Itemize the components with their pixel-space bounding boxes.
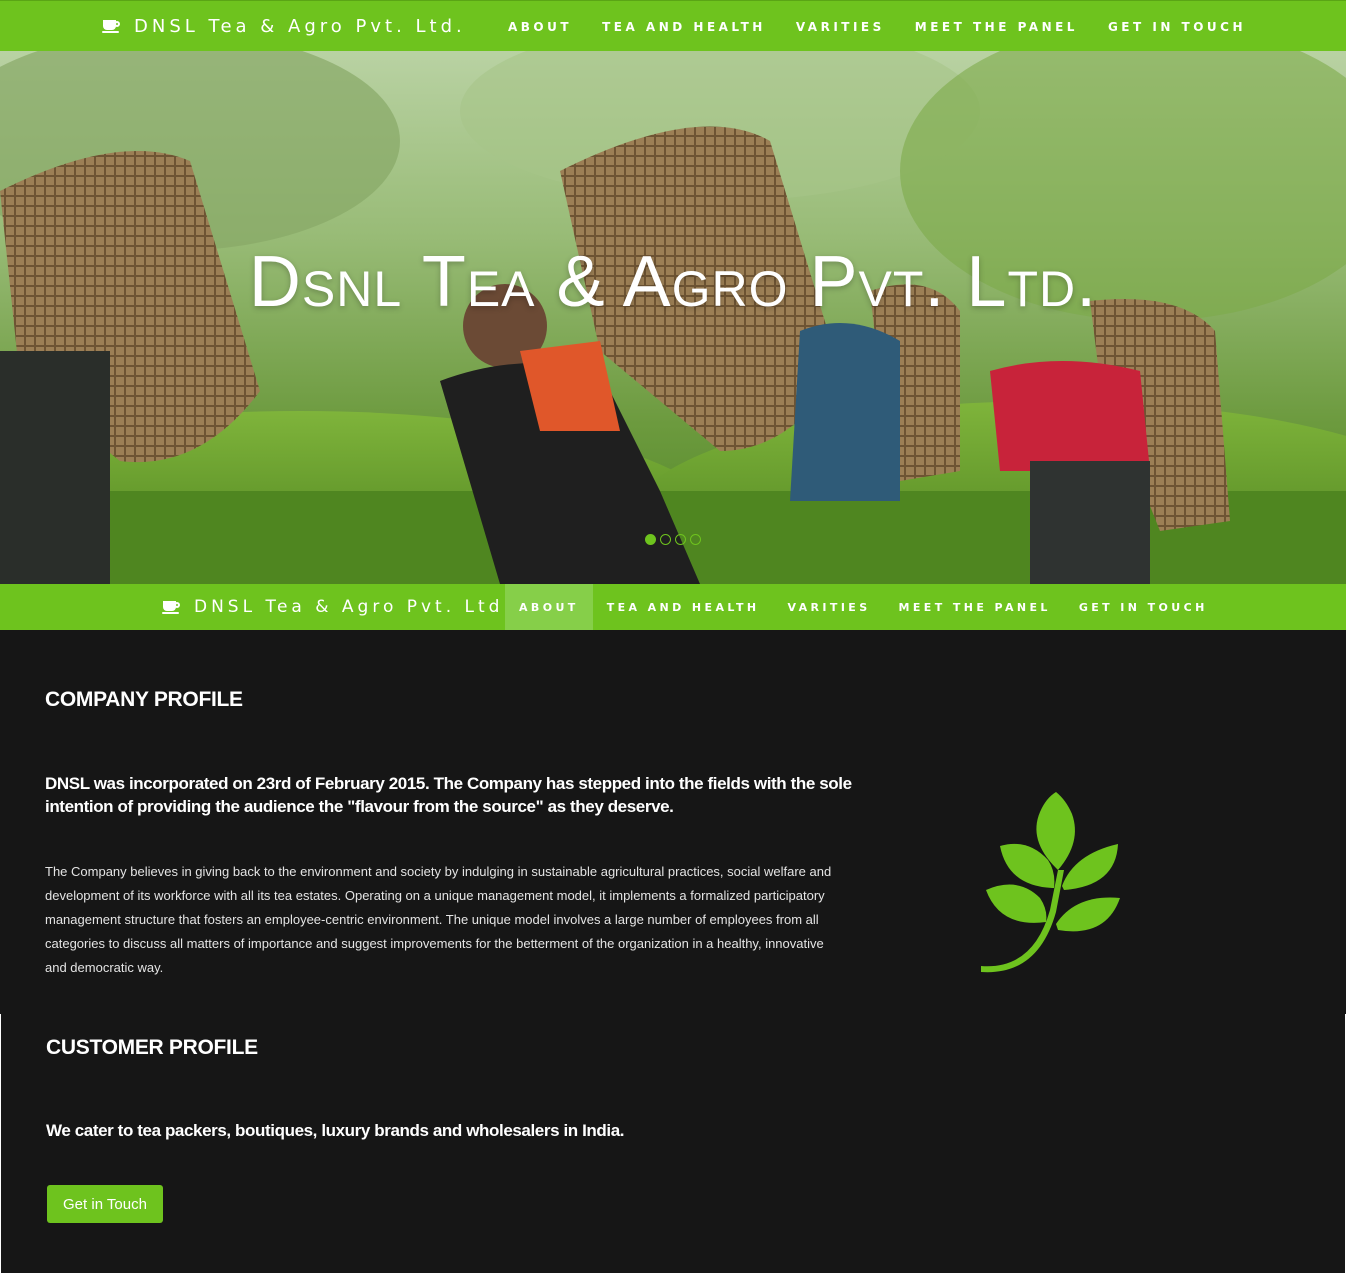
body-line: management structure that fosters an emp… bbox=[45, 912, 819, 927]
customer-profile-section: CUSTOMER PROFILE We cater to tea packers… bbox=[1, 1014, 1345, 1273]
get-in-touch-button[interactable]: Get in Touch bbox=[47, 1185, 163, 1223]
sticky-navbar: DNSL Tea & Agro Pvt. Ltd. ABOUT TEA AND … bbox=[0, 584, 1346, 630]
sticky-nav-item-meet-the-panel[interactable]: MEET THE PANEL bbox=[885, 584, 1065, 630]
nav-item-varities[interactable]: VARITIES bbox=[781, 1, 900, 52]
company-profile-lead: DNSL was incorporated on 23rd of Februar… bbox=[45, 772, 852, 818]
brand-logo-sticky[interactable]: DNSL Tea & Agro Pvt. Ltd. bbox=[162, 584, 513, 630]
customer-profile-lead: We cater to tea packers, boutiques, luxu… bbox=[46, 1121, 625, 1140]
body-line: and democratic way. bbox=[45, 960, 164, 975]
nav-item-about[interactable]: ABOUT bbox=[493, 1, 587, 52]
nav-item-tea-and-health[interactable]: TEA AND HEALTH bbox=[587, 1, 781, 52]
carousel-dot-1[interactable] bbox=[645, 534, 656, 545]
nav-item-get-in-touch[interactable]: GET IN TOUCH bbox=[1093, 1, 1261, 52]
company-profile-heading: COMPANY PROFILE bbox=[45, 688, 243, 711]
sticky-nav-item-varities[interactable]: VARITIES bbox=[773, 584, 884, 630]
sticky-nav-item-about[interactable]: ABOUT bbox=[505, 584, 593, 630]
body-line: The Company believes in giving back to t… bbox=[45, 864, 832, 879]
sticky-nav-item-tea-and-health[interactable]: TEA AND HEALTH bbox=[593, 584, 774, 630]
top-navbar: DNSL Tea & Agro Pvt. Ltd. ABOUT TEA AND … bbox=[0, 0, 1346, 51]
hero-carousel: Dsnl Tea & Agro Pvt. Ltd. bbox=[0, 51, 1346, 584]
company-profile-section: COMPANY PROFILE DNSL was incorporated on… bbox=[0, 630, 1346, 1014]
nav-item-meet-the-panel[interactable]: MEET THE PANEL bbox=[900, 1, 1093, 52]
brand-name: DNSL Tea & Agro Pvt. Ltd. bbox=[134, 16, 466, 37]
carousel-dot-3[interactable] bbox=[675, 534, 686, 545]
tea-cup-icon bbox=[102, 20, 120, 33]
company-profile-body: The Company believes in giving back to t… bbox=[45, 860, 831, 980]
lead-line: DNSL was incorporated on 23rd of Februar… bbox=[45, 774, 852, 793]
brand-logo[interactable]: DNSL Tea & Agro Pvt. Ltd. bbox=[102, 1, 466, 52]
carousel-dot-2[interactable] bbox=[660, 534, 671, 545]
sticky-nav-menu: ABOUT TEA AND HEALTH VARITIES MEET THE P… bbox=[505, 584, 1222, 630]
sticky-nav-item-get-in-touch[interactable]: GET IN TOUCH bbox=[1065, 584, 1222, 630]
nav-menu: ABOUT TEA AND HEALTH VARITIES MEET THE P… bbox=[493, 1, 1261, 52]
carousel-indicators bbox=[645, 534, 701, 545]
tea-cup-icon bbox=[162, 600, 180, 614]
lead-line: intention of providing the audience the … bbox=[45, 797, 674, 816]
tea-leaf-icon bbox=[981, 792, 1120, 973]
customer-profile-heading: CUSTOMER PROFILE bbox=[46, 1036, 258, 1059]
body-line: development of its workforce with all it… bbox=[45, 888, 825, 903]
brand-name: DNSL Tea & Agro Pvt. Ltd. bbox=[194, 597, 513, 617]
body-line: categories to discuss all matters of imp… bbox=[45, 936, 824, 951]
hero-title: Dsnl Tea & Agro Pvt. Ltd. bbox=[248, 242, 1098, 322]
carousel-dot-4[interactable] bbox=[690, 534, 701, 545]
